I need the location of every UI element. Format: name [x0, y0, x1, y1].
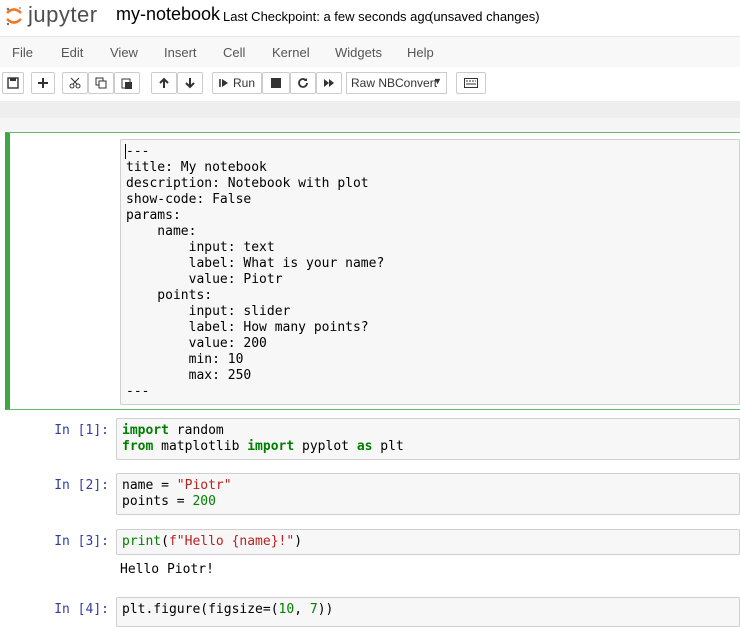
- code-cell-input[interactable]: import random from matplotlib import pyp…: [116, 418, 740, 460]
- raw-line: min: 10: [126, 352, 244, 367]
- code-token: )): [317, 602, 334, 617]
- raw-line: input: slider: [126, 304, 291, 319]
- code-token: "Piotr": [176, 478, 232, 493]
- fast-forward-icon: [324, 79, 334, 87]
- code-token: 200: [192, 494, 216, 509]
- raw-line: value: Piotr: [126, 272, 283, 287]
- run-button[interactable]: Run: [212, 72, 262, 94]
- raw-line: params:: [126, 208, 181, 223]
- unsaved-status: (unsaved changes): [429, 9, 540, 24]
- code-token: from: [122, 439, 154, 454]
- code-cell-input[interactable]: name = "Piotr" points = 200: [116, 473, 740, 515]
- code-token: pyplot: [294, 439, 357, 454]
- insert-cell-button[interactable]: [31, 72, 55, 94]
- cell-prompt: In [4]:: [54, 602, 109, 617]
- code-token: points =: [122, 494, 193, 509]
- save-button[interactable]: [2, 72, 24, 94]
- raw-line: ---: [126, 384, 150, 399]
- raw-line: show-code: False: [126, 192, 252, 207]
- raw-cell-input[interactable]: --- title: My notebook description: Note…: [120, 139, 740, 405]
- save-icon: [7, 77, 19, 89]
- menu-widgets[interactable]: Widgets: [335, 45, 382, 60]
- stop-icon: [271, 78, 281, 88]
- cell-type-select[interactable]: Raw NBConvert ▼: [346, 72, 447, 94]
- menu-insert[interactable]: Insert: [164, 45, 197, 60]
- paste-icon: [121, 78, 132, 89]
- code-token: import: [122, 423, 169, 438]
- move-down-button[interactable]: [177, 72, 203, 94]
- jupyter-logo[interactable]: jupyter: [4, 2, 109, 28]
- code-cell-1[interactable]: In [1]: import random from matplotlib im…: [6, 418, 740, 462]
- arrow-down-icon: [185, 78, 195, 89]
- menu-cell[interactable]: Cell: [223, 45, 245, 60]
- plus-icon: [38, 78, 48, 88]
- code-token: (: [161, 534, 169, 549]
- menu-view[interactable]: View: [110, 45, 138, 60]
- restart-button[interactable]: [290, 72, 316, 94]
- paste-button[interactable]: [114, 72, 140, 94]
- copy-icon: [95, 77, 107, 89]
- header: jupyter my-notebook Last Checkpoint: a f…: [0, 0, 740, 34]
- code-token: plt.figure(figsize=(: [122, 602, 279, 617]
- menu-kernel[interactable]: Kernel: [272, 45, 310, 60]
- cell-prompt: In [2]:: [54, 478, 109, 493]
- code-token: random: [168, 423, 224, 438]
- cell-type-value: Raw NBConvert: [351, 76, 438, 90]
- raw-line: name:: [126, 224, 197, 239]
- code-token: print: [122, 534, 162, 549]
- raw-line: description: Notebook with plot: [126, 176, 369, 191]
- raw-line: max: 250: [126, 368, 252, 383]
- cell-prompt: In [3]:: [54, 534, 109, 549]
- menu-file[interactable]: File: [12, 45, 33, 60]
- raw-line: title: My notebook: [126, 160, 267, 175]
- menu-help[interactable]: Help: [407, 45, 434, 60]
- code-token: import: [247, 439, 295, 454]
- raw-line: points:: [126, 288, 213, 303]
- scissors-icon: [69, 77, 81, 89]
- raw-line: ---: [126, 144, 150, 159]
- command-palette-button[interactable]: [456, 72, 486, 94]
- raw-line: input: text: [126, 240, 275, 255]
- cell-prompt: In [1]:: [54, 423, 109, 438]
- menu-edit[interactable]: Edit: [61, 45, 83, 60]
- interrupt-button[interactable]: [262, 72, 290, 94]
- run-label: Run: [232, 76, 255, 90]
- code-token: matplotlib: [153, 439, 248, 454]
- jupyter-wordmark: jupyter: [28, 2, 98, 27]
- code-cell-input[interactable]: print(f"Hello {name}!"): [116, 529, 740, 555]
- restart-icon: [298, 78, 308, 88]
- cut-button[interactable]: [62, 72, 88, 94]
- toolbar: Run Raw NBConvert ▼: [0, 67, 740, 101]
- keyboard-icon: [464, 78, 478, 88]
- code-token: ,: [294, 602, 310, 617]
- code-token: plt: [372, 439, 404, 454]
- code-token: f"Hello {name}!": [168, 534, 295, 549]
- notebook-top-margin: [0, 118, 740, 132]
- restart-run-all-button[interactable]: [316, 72, 342, 94]
- raw-line: value: 200: [126, 336, 267, 351]
- code-token: as: [356, 439, 373, 454]
- selected-raw-cell[interactable]: --- title: My notebook description: Note…: [5, 132, 740, 410]
- code-token: ): [294, 534, 303, 549]
- arrow-up-icon: [159, 77, 169, 88]
- step-forward-icon: [219, 79, 228, 87]
- caret-down-icon: ▼: [433, 76, 442, 86]
- move-up-button[interactable]: [151, 72, 177, 94]
- cell-output: Hello Piotr!: [120, 562, 214, 577]
- code-cell-input[interactable]: plt.figure(figsize=(10, 7)): [116, 597, 740, 627]
- jupyter-logo-icon: [6, 7, 22, 26]
- raw-line: label: What is your name?: [126, 256, 385, 271]
- code-cell-4[interactable]: In [4]: plt.figure(figsize=(10, 7)): [6, 597, 740, 627]
- menubar: File Edit View Insert Cell Kernel Widget…: [0, 36, 740, 68]
- code-cell-3[interactable]: In [3]: print(f"Hello {name}!") Hello Pi…: [6, 529, 740, 589]
- notebook-name[interactable]: my-notebook: [116, 4, 220, 25]
- code-token: 7: [309, 602, 318, 617]
- code-token: 10: [278, 602, 295, 617]
- copy-button[interactable]: [88, 72, 114, 94]
- code-cell-2[interactable]: In [2]: name = "Piotr" points = 200: [6, 473, 740, 517]
- code-token: name =: [122, 478, 177, 493]
- raw-line: label: How many points?: [126, 320, 369, 335]
- toolbar-separator: [0, 101, 740, 118]
- checkpoint-status: Last Checkpoint: a few seconds ago: [223, 9, 432, 24]
